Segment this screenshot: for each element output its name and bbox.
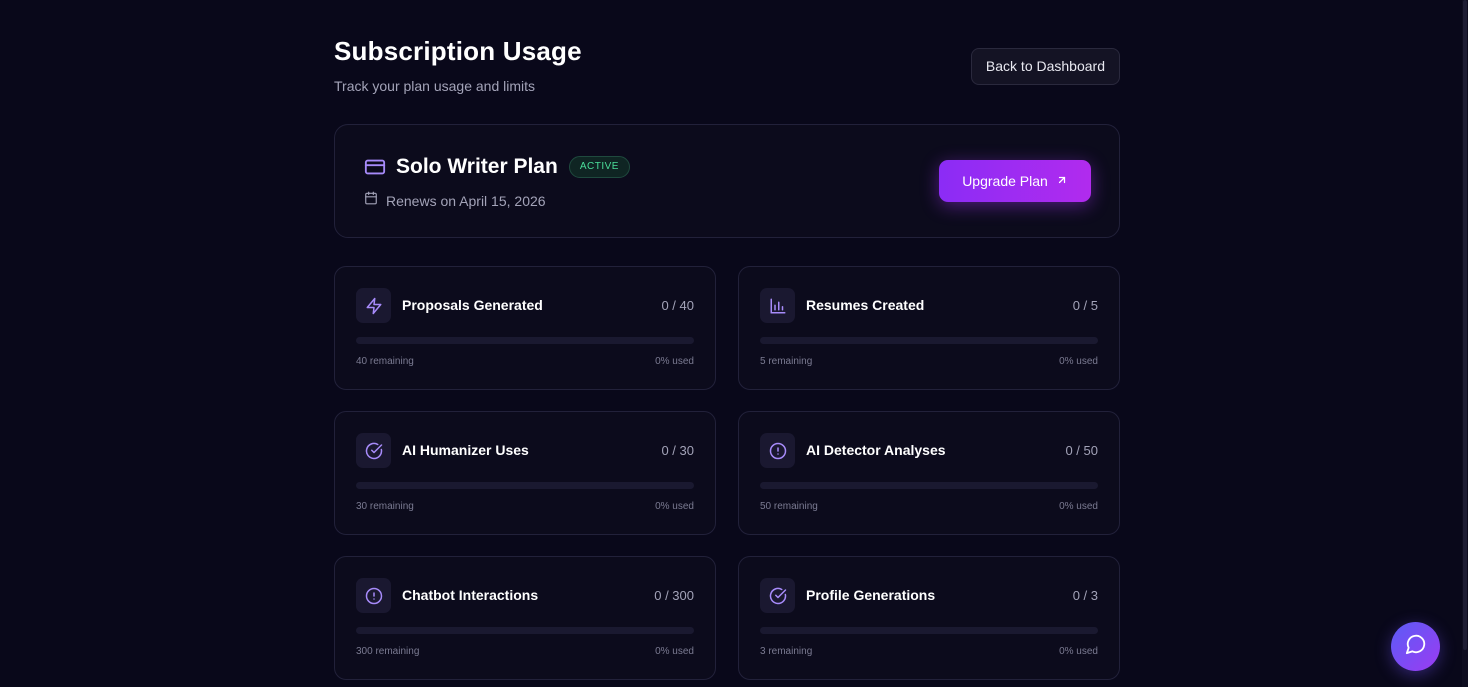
usage-percent-used: 0% used — [655, 646, 694, 657]
back-to-dashboard-button[interactable]: Back to Dashboard — [970, 48, 1120, 85]
usage-remaining: 300 remaining — [356, 646, 420, 657]
bar-chart-icon — [760, 288, 795, 323]
check-circle-icon — [356, 433, 391, 468]
usage-progress-bar — [356, 627, 694, 634]
plan-name: Solo Writer Plan — [396, 155, 558, 178]
usage-card-profile: Profile Generations 0 / 3 3 remaining 0%… — [738, 556, 1120, 680]
usage-count: 0 / 5 — [1072, 298, 1098, 313]
plan-card: Solo Writer Plan ACTIVE Renews on April … — [334, 124, 1120, 238]
usage-percent-used: 0% used — [1059, 356, 1098, 367]
usage-card-chatbot: Chatbot Interactions 0 / 300 300 remaini… — [334, 556, 716, 680]
usage-card-humanizer: AI Humanizer Uses 0 / 30 30 remaining 0%… — [334, 411, 716, 535]
usage-percent-used: 0% used — [1059, 501, 1098, 512]
chat-button[interactable] — [1391, 622, 1440, 671]
usage-title: AI Detector Analyses — [806, 442, 946, 458]
usage-count: 0 / 50 — [1065, 443, 1098, 458]
lightning-bolt-icon — [356, 288, 391, 323]
usage-progress-bar — [760, 627, 1098, 634]
usage-title: Chatbot Interactions — [402, 587, 539, 603]
usage-card-proposals: Proposals Generated 0 / 40 40 remaining … — [334, 266, 716, 390]
renewal-row: Renews on April 15, 2026 — [364, 191, 546, 210]
page-scrollbar[interactable] — [1462, 0, 1468, 687]
usage-remaining: 40 remaining — [356, 356, 414, 367]
usage-remaining: 30 remaining — [356, 501, 414, 512]
usage-title: AI Humanizer Uses — [402, 442, 529, 458]
usage-count: 0 / 300 — [654, 588, 694, 603]
calendar-icon — [364, 191, 378, 210]
scrollbar-thumb[interactable] — [1463, 0, 1467, 650]
upgrade-plan-button[interactable]: Upgrade Plan — [939, 160, 1091, 202]
plan-title-row: Solo Writer Plan ACTIVE — [364, 155, 630, 179]
chat-bubble-icon — [1405, 633, 1427, 660]
subscription-usage-page: Subscription Usage Track your plan usage… — [0, 0, 1468, 687]
credit-card-icon — [364, 156, 386, 178]
renewal-date: Renews on April 15, 2026 — [386, 192, 546, 209]
usage-card-detector: AI Detector Analyses 0 / 50 50 remaining… — [738, 411, 1120, 535]
page-header: Subscription Usage Track your plan usage… — [334, 36, 1120, 96]
usage-title: Proposals Generated — [402, 297, 543, 313]
usage-count: 0 / 30 — [661, 443, 694, 458]
usage-progress-bar — [356, 482, 694, 489]
usage-percent-used: 0% used — [1059, 646, 1098, 657]
usage-progress-bar — [356, 337, 694, 344]
check-circle-icon — [760, 578, 795, 613]
usage-title: Resumes Created — [806, 297, 925, 313]
usage-progress-bar — [760, 482, 1098, 489]
usage-remaining: 50 remaining — [760, 501, 818, 512]
usage-card-resumes: Resumes Created 0 / 5 5 remaining 0% use… — [738, 266, 1120, 390]
usage-remaining: 5 remaining — [760, 356, 813, 367]
status-badge: ACTIVE — [568, 156, 630, 178]
usage-progress-bar — [760, 337, 1098, 344]
usage-count: 0 / 3 — [1072, 588, 1098, 603]
upgrade-plan-label: Upgrade Plan — [962, 173, 1048, 189]
usage-count: 0 / 40 — [661, 298, 694, 313]
alert-circle-icon — [356, 578, 391, 613]
usage-remaining: 3 remaining — [760, 646, 813, 657]
usage-percent-used: 0% used — [655, 356, 694, 367]
usage-title: Profile Generations — [806, 587, 936, 603]
alert-circle-icon — [760, 433, 795, 468]
arrow-up-right-icon — [1056, 173, 1068, 189]
usage-percent-used: 0% used — [655, 501, 694, 512]
